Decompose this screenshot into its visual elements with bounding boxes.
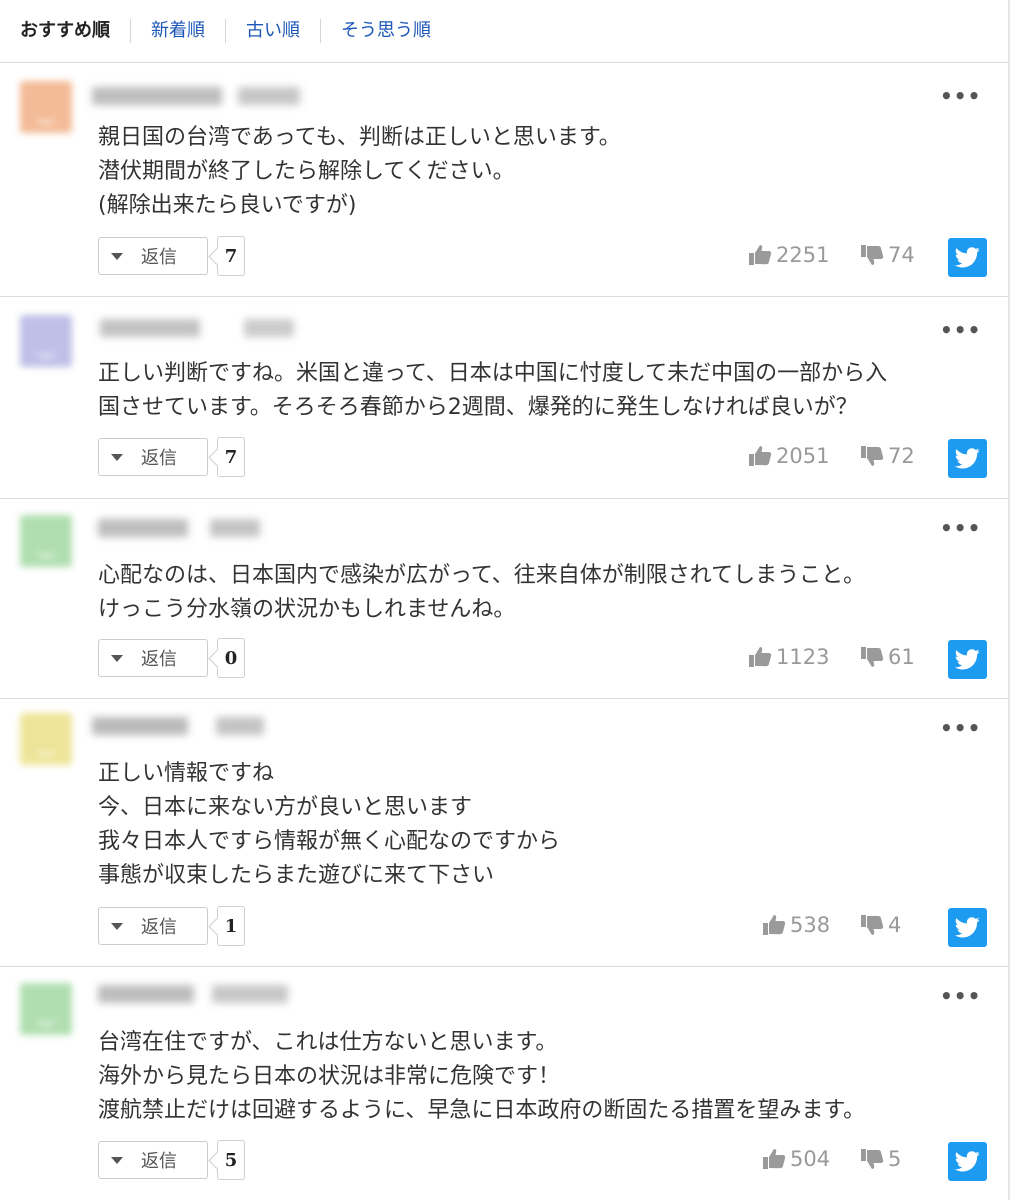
avatar [20, 983, 72, 1035]
more-options-icon[interactable]: ••• [940, 320, 980, 340]
twitter-share-button[interactable] [948, 908, 987, 947]
caret-down-icon [111, 1156, 123, 1164]
comment-text: 正しい情報ですね 今、日本に来ない方が良いと思います 我々日本人ですら情報が無く… [98, 761, 561, 888]
more-options-icon[interactable]: ••• [940, 718, 980, 738]
comment-section: おすすめ順 新着順 古い順 そう思う順 ••• 親日国の台湾であっても、判断は正… [0, 0, 1019, 1200]
comment-item: ••• 正しい判断ですね。米国と違って、日本は中国に忖度して未だ中国の一部から入… [0, 296, 1008, 498]
reply-label: 返信 [141, 917, 177, 938]
reply-count: 0 [217, 638, 245, 678]
user-meta-blurred [244, 319, 294, 337]
comment-text: 正しい判断ですね。米国と違って、日本は中国に忖度して未だ中国の一部から入 国させ… [98, 361, 888, 420]
thumbs-up-icon [749, 245, 772, 265]
tab-agree[interactable]: そう思う順 [320, 19, 451, 43]
like-count: 538 [790, 913, 831, 937]
like-count: 504 [790, 1147, 831, 1171]
reply-label: 返信 [141, 1151, 177, 1172]
tab-newest[interactable]: 新着順 [130, 19, 225, 43]
dislike-button[interactable]: 61 [860, 645, 915, 669]
dislike-button[interactable]: 72 [860, 444, 915, 468]
like-count: 2051 [776, 444, 830, 468]
twitter-icon [955, 917, 980, 938]
twitter-icon [955, 649, 980, 670]
comment-item: ••• 心配なのは、日本国内で感染が広がって、往来自体が制限されてしまうこと。 … [0, 498, 1008, 698]
tab-recommended[interactable]: おすすめ順 [20, 19, 130, 43]
more-options-icon[interactable]: ••• [940, 518, 980, 538]
dislike-count: 74 [888, 243, 915, 267]
reply-count: 7 [217, 236, 245, 276]
reply-button[interactable]: 返信 [98, 237, 208, 275]
user-name-blurred [92, 717, 188, 735]
thumbs-up-icon [749, 446, 772, 466]
reply-button[interactable]: 返信 [98, 639, 208, 677]
thumbs-down-icon [861, 647, 884, 667]
more-options-icon[interactable]: ••• [940, 986, 980, 1006]
comment-item: ••• 正しい情報ですね 今、日本に来ない方が良いと思います 我々日本人ですら情… [0, 698, 1008, 966]
comment-text: 心配なのは、日本国内で感染が広がって、往来自体が制限されてしまうこと。 けっこう… [98, 563, 866, 622]
reply-label: 返信 [141, 247, 177, 268]
twitter-share-button[interactable] [948, 1142, 987, 1181]
dislike-button[interactable]: 4 [860, 913, 901, 937]
reply-button[interactable]: 返信 [98, 438, 208, 476]
dislike-button[interactable]: 74 [860, 243, 915, 267]
twitter-share-button[interactable] [948, 238, 987, 277]
caret-down-icon [111, 453, 123, 461]
user-name-blurred [92, 87, 222, 105]
user-name-blurred [98, 985, 194, 1003]
user-meta-blurred [212, 985, 288, 1003]
user-meta-blurred [210, 519, 260, 537]
like-count: 2251 [776, 243, 830, 267]
caret-down-icon [111, 252, 123, 260]
comment-text: 台湾在住ですが、これは仕方ないと思います。 海外から見たら日本の状況は非常に危険… [98, 1030, 866, 1123]
like-button[interactable]: 2051 [748, 444, 829, 468]
twitter-share-button[interactable] [948, 439, 987, 478]
sort-tabs: おすすめ順 新着順 古い順 そう思う順 [0, 0, 1008, 62]
twitter-icon [955, 247, 980, 268]
tab-oldest[interactable]: 古い順 [225, 19, 320, 43]
right-border [1008, 0, 1010, 1200]
thumbs-up-icon [749, 647, 772, 667]
comment-text: 親日国の台湾であっても、判断は正しいと思います。 潜伏期間が終了したら解除してく… [98, 125, 621, 218]
thumbs-up-icon [763, 915, 786, 935]
user-name-blurred [100, 319, 200, 337]
reply-button[interactable]: 返信 [98, 1141, 208, 1179]
dislike-count: 61 [888, 645, 915, 669]
avatar [20, 81, 72, 133]
thumbs-down-icon [861, 446, 884, 466]
reply-button[interactable]: 返信 [98, 907, 208, 945]
more-options-icon[interactable]: ••• [940, 86, 980, 106]
like-count: 1123 [776, 645, 830, 669]
dislike-count: 5 [888, 1147, 902, 1171]
reply-count: 5 [217, 1140, 245, 1180]
like-button[interactable]: 538 [762, 913, 830, 937]
twitter-share-button[interactable] [948, 640, 987, 679]
reply-count: 1 [217, 906, 245, 946]
user-name-blurred [98, 519, 188, 537]
thumbs-down-icon [861, 915, 884, 935]
avatar [20, 713, 72, 765]
dislike-button[interactable]: 5 [860, 1147, 901, 1171]
user-meta-blurred [216, 717, 264, 735]
twitter-icon [955, 448, 980, 469]
thumbs-down-icon [861, 1149, 884, 1169]
reply-label: 返信 [141, 649, 177, 670]
dislike-count: 4 [888, 913, 902, 937]
reply-label: 返信 [141, 448, 177, 469]
caret-down-icon [111, 654, 123, 662]
thumbs-down-icon [861, 245, 884, 265]
comment-item: ••• 親日国の台湾であっても、判断は正しいと思います。 潜伏期間が終了したら解… [0, 62, 1008, 296]
like-button[interactable]: 504 [762, 1147, 830, 1171]
reply-count: 7 [217, 437, 245, 477]
thumbs-up-icon [763, 1149, 786, 1169]
user-meta-blurred [238, 87, 300, 105]
avatar [20, 315, 72, 367]
like-button[interactable]: 2251 [748, 243, 829, 267]
caret-down-icon [111, 922, 123, 930]
comment-item: ••• 台湾在住ですが、これは仕方ないと思います。 海外から見たら日本の状況は非… [0, 966, 1008, 1200]
dislike-count: 72 [888, 444, 915, 468]
twitter-icon [955, 1151, 980, 1172]
like-button[interactable]: 1123 [748, 645, 829, 669]
avatar [20, 515, 72, 567]
